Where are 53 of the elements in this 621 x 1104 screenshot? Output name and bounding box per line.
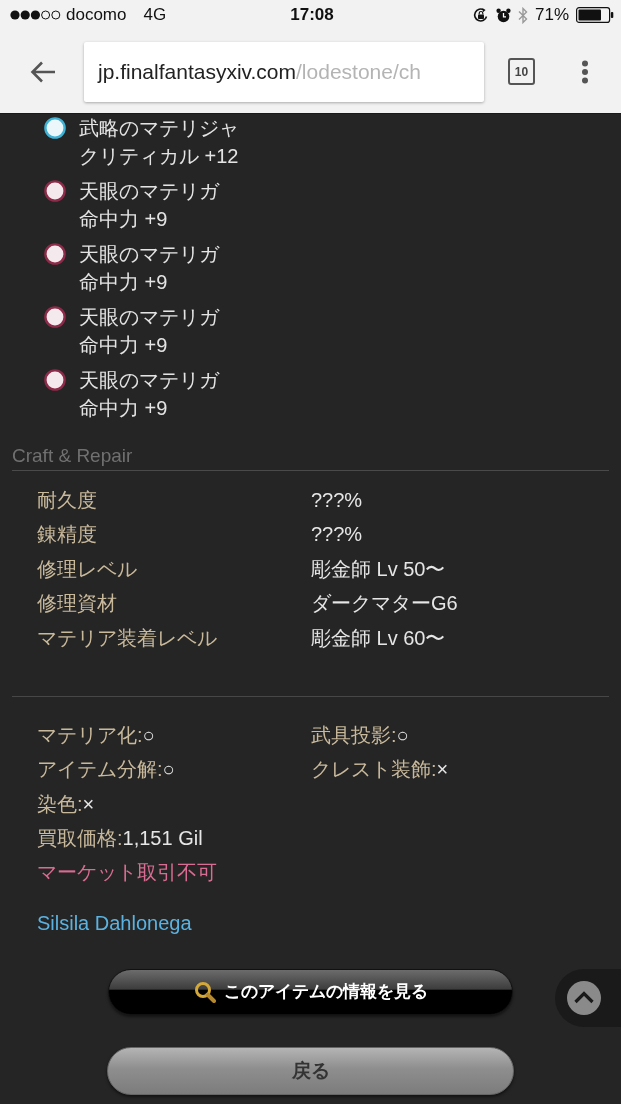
stat-value: 彫金師 Lv 50〜 [311, 556, 446, 582]
materia-effect: 命中力 +9 [79, 333, 168, 358]
property-label: 染色: [37, 791, 83, 817]
crafter-link[interactable]: Silsila Dahlonega [37, 909, 192, 937]
property-value: × [82, 792, 95, 816]
chevron-up-icon [567, 981, 601, 1015]
battery-percent: 71% [534, 5, 569, 25]
materia-name: 天眼のマテリガ [79, 242, 219, 267]
rotation-lock-icon [472, 7, 489, 23]
stat-value: ???% [311, 488, 363, 512]
signal-strength-icon [10, 10, 61, 20]
stat-label: 修理レベル [37, 556, 137, 582]
materia-effect: クリティカル +12 [79, 144, 239, 169]
materia-name: 天眼のマテリガ [79, 368, 219, 393]
clock-time: 17:08 [290, 5, 334, 25]
stat-value: 彫金師 Lv 60〜 [311, 625, 446, 651]
overflow-menu-icon[interactable] [581, 59, 589, 84]
materia-name: 天眼のマテリガ [79, 305, 219, 330]
battery-icon [576, 7, 614, 23]
stat-label: マテリア装着レベル [37, 625, 217, 651]
stat-label: 修理資材 [37, 591, 117, 617]
stat-value: ダークマターG6 [311, 591, 458, 617]
carrier-name: docomo [66, 5, 127, 25]
market-restriction-note: マーケット取引不可 [37, 860, 217, 886]
stat-label: 錬精度 [37, 522, 97, 548]
price-value: 1,151 Gil [122, 827, 203, 851]
materia-effect: 命中力 +9 [79, 396, 168, 421]
bluetooth-icon [517, 6, 528, 24]
stat-label: 耐久度 [37, 487, 97, 513]
property-value: ○ [162, 758, 175, 782]
property-label: マテリア化: [37, 723, 143, 749]
search-icon [193, 981, 216, 1003]
back-arrow-icon[interactable] [30, 60, 56, 83]
materia-name: 武略のマテリジャ [79, 116, 239, 141]
property-label: アイテム分解: [37, 757, 163, 783]
scroll-to-top-button[interactable] [555, 969, 621, 1027]
property-value: ○ [396, 724, 409, 748]
stat-value: ???% [311, 523, 363, 547]
section-title: Craft & Repair [12, 444, 133, 468]
property-label: 武具投影: [311, 723, 397, 749]
materia-effect: 命中力 +9 [79, 270, 168, 295]
alarm-clock-icon [495, 7, 511, 23]
property-value: × [436, 758, 449, 782]
property-value: ○ [142, 724, 155, 748]
tab-count-button[interactable]: 10 [508, 58, 535, 85]
price-label: 買取価格: [37, 826, 123, 852]
property-label: クレスト装飾: [311, 757, 437, 783]
materia-effect: 命中力 +9 [79, 207, 168, 232]
url-field[interactable]: jp.finalfantasyxiv.com/lodestone/ch [84, 41, 484, 102]
item-info-button[interactable]: このアイテムの情報を見る [108, 969, 513, 1015]
network-type: 4G [143, 5, 167, 25]
back-button[interactable]: 戻る [107, 1047, 514, 1095]
materia-name: 天眼のマテリガ [79, 179, 219, 204]
